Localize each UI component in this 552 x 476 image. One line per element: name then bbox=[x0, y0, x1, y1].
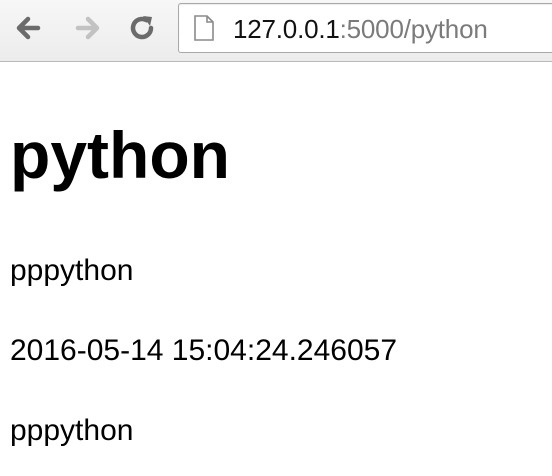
url-host: 127.0.0.1 bbox=[233, 14, 340, 44]
paragraph-text: pppython bbox=[10, 414, 134, 447]
forward-button[interactable] bbox=[72, 12, 104, 44]
reload-button[interactable] bbox=[126, 12, 158, 44]
url-text[interactable]: 127.0.0.1:5000/python bbox=[233, 13, 488, 45]
back-button[interactable] bbox=[12, 12, 44, 44]
paragraph-text: pppython bbox=[10, 254, 134, 287]
page-icon bbox=[194, 15, 214, 41]
address-bar[interactable]: 127.0.0.1:5000/python bbox=[178, 3, 552, 53]
browser-toolbar: 127.0.0.1:5000/python bbox=[0, 0, 552, 62]
url-path: :5000/python bbox=[339, 14, 488, 44]
arrow-left-icon bbox=[16, 16, 41, 40]
page-title: python bbox=[10, 118, 230, 192]
browser-window: 127.0.0.1:5000/python python pppython 20… bbox=[0, 0, 552, 476]
arrow-right-icon bbox=[75, 16, 100, 40]
timestamp-text: 2016-05-14 15:04:24.246057 bbox=[10, 334, 398, 367]
reload-icon bbox=[130, 16, 154, 40]
page-content: python pppython 2016-05-14 15:04:24.2460… bbox=[0, 62, 552, 476]
